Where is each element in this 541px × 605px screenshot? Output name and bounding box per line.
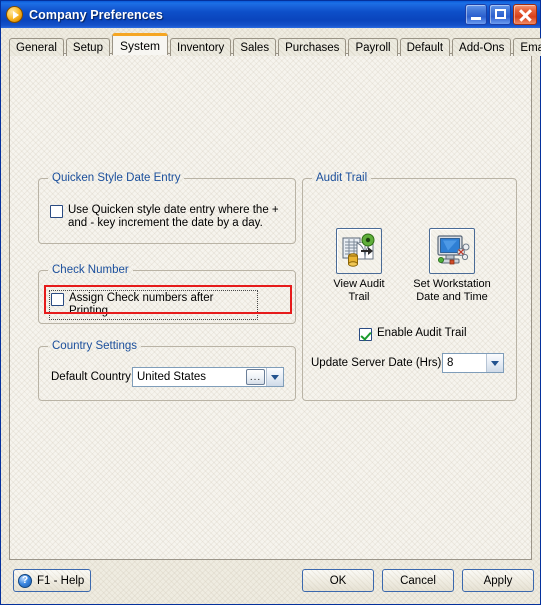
- group-title-check-number: Check Number: [48, 264, 133, 276]
- group-title-quicken: Quicken Style Date Entry: [48, 172, 184, 184]
- view-audit-trail-caption: View Audit Trail: [333, 278, 385, 303]
- assign-check-numbers-checkbox-label: Assign Check numbers after Printing.: [69, 292, 214, 317]
- company-preferences-window: Company Preferences General Setup System…: [0, 0, 541, 605]
- maximize-icon[interactable]: [489, 4, 511, 25]
- tab-inventory[interactable]: Inventory: [170, 38, 232, 56]
- group-country-settings: Country Settings Default Country United …: [38, 340, 296, 401]
- update-server-date-chevron-down-icon[interactable]: [486, 354, 503, 372]
- minimize-icon[interactable]: [465, 4, 487, 25]
- chevron-down-icon[interactable]: [266, 368, 283, 386]
- default-country-browse-button[interactable]: ...: [246, 369, 265, 385]
- assign-check-numbers-checkbox-row[interactable]: Assign Check numbers after Printing.: [49, 290, 258, 320]
- default-country-label: Default Country: [51, 371, 131, 383]
- tab-payroll[interactable]: Payroll: [348, 38, 398, 56]
- default-country-value: United States: [137, 371, 207, 383]
- tab-email-setup[interactable]: Email Setup: [513, 38, 541, 56]
- tab-sales[interactable]: Sales: [233, 38, 277, 56]
- tab-purchases[interactable]: Purchases: [278, 38, 347, 56]
- view-audit-trail-icon: [336, 228, 382, 274]
- group-check-number: Check Number Assign Check numbers after …: [38, 264, 296, 324]
- tab-general[interactable]: General: [9, 38, 64, 56]
- apply-button[interactable]: Apply: [462, 569, 534, 592]
- app-orb-icon: [6, 6, 23, 23]
- quicken-style-checkbox[interactable]: [50, 205, 63, 218]
- group-quicken-style-date-entry: Quicken Style Date Entry Use Quicken sty…: [38, 172, 296, 244]
- set-workstation-date-time-caption: Set Workstation Date and Time: [413, 278, 491, 303]
- window-controls: [465, 4, 537, 25]
- tab-setup[interactable]: Setup: [65, 38, 110, 56]
- window-titlebar[interactable]: Company Preferences: [1, 1, 540, 28]
- update-server-date-label: Update Server Date (Hrs): [311, 357, 442, 369]
- quicken-style-checkbox-row[interactable]: Use Quicken style date entry where the +…: [50, 204, 282, 230]
- view-audit-trail-button[interactable]: View Audit Trail: [321, 228, 397, 304]
- quicken-style-checkbox-label: Use Quicken style date entry where the +…: [68, 204, 279, 229]
- enable-audit-trail-label: Enable Audit Trail: [377, 327, 467, 339]
- group-title-audit-trail: Audit Trail: [312, 172, 371, 184]
- group-audit-trail: Audit Trail View Audit Trail Set Worksta…: [302, 172, 517, 401]
- default-country-combo[interactable]: United States ...: [132, 367, 284, 387]
- tab-system[interactable]: System: [111, 33, 168, 55]
- f1-help-label: F1 - Help: [37, 574, 85, 587]
- cancel-button[interactable]: Cancel: [382, 569, 454, 592]
- dialog-body: General Setup System Inventory Sales Pur…: [1, 28, 541, 604]
- enable-audit-trail-checkbox-row[interactable]: Enable Audit Trail: [359, 327, 467, 341]
- group-title-country-settings: Country Settings: [48, 340, 141, 352]
- close-icon[interactable]: [513, 4, 537, 25]
- system-tab-panel: Quicken Style Date Entry Use Quicken sty…: [9, 53, 532, 560]
- set-workstation-date-time-button[interactable]: Set Workstation Date and Time: [398, 228, 506, 304]
- enable-audit-trail-checkbox[interactable]: [359, 328, 372, 341]
- dialog-footer: ? F1 - Help OK Cancel Apply: [5, 560, 536, 604]
- ok-button[interactable]: OK: [302, 569, 374, 592]
- tab-strip: General Setup System Inventory Sales Pur…: [5, 32, 541, 56]
- update-server-date-combo[interactable]: 8: [442, 353, 504, 373]
- f1-help-button[interactable]: ? F1 - Help: [13, 569, 91, 592]
- assign-check-numbers-checkbox[interactable]: [51, 293, 64, 306]
- update-server-date-value: 8: [447, 357, 454, 369]
- window-title: Company Preferences: [29, 7, 163, 22]
- tab-addons[interactable]: Add-Ons: [452, 38, 512, 56]
- tab-default[interactable]: Default: [399, 38, 451, 56]
- help-question-icon: ?: [18, 573, 32, 588]
- set-workstation-clock-icon: [429, 228, 475, 274]
